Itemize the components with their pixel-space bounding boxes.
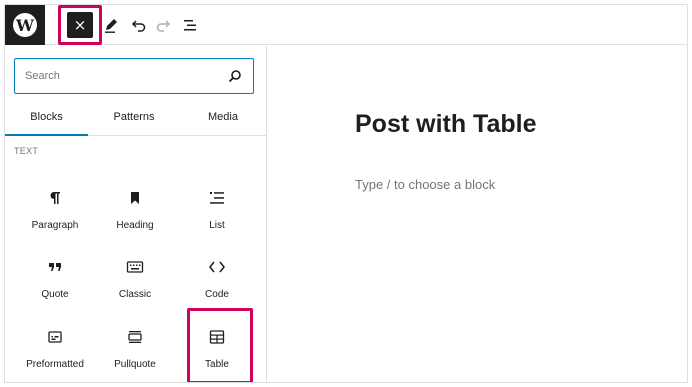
block-label: Heading (116, 220, 154, 231)
table-block-highlight (187, 308, 253, 382)
close-inserter-highlight: × (58, 5, 102, 45)
edit-tools-button[interactable] (99, 13, 123, 37)
preformatted-icon (43, 325, 67, 349)
block-item-paragraph[interactable]: Paragraph (15, 186, 95, 250)
block-item-classic[interactable]: Classic (95, 255, 175, 319)
tab-media[interactable]: Media (180, 100, 266, 136)
tab-patterns[interactable]: Patterns (88, 100, 180, 136)
block-label: Pullquote (114, 359, 156, 370)
block-appender-placeholder[interactable]: Type / to choose a block (355, 177, 495, 192)
paragraph-icon (43, 186, 67, 210)
quote-icon (43, 255, 67, 279)
undo-icon (131, 20, 146, 32)
block-item-preformatted[interactable]: Preformatted (15, 325, 95, 382)
redo-icon (156, 20, 171, 32)
block-item-pullquote[interactable]: Pullquote (95, 325, 175, 382)
editor-frame: W × Search Blocks Patterns Media TEXT Pa… (4, 4, 688, 383)
block-item-list[interactable]: List (177, 186, 257, 250)
code-icon (205, 255, 229, 279)
top-toolbar: W × (5, 5, 687, 45)
post-title[interactable]: Post with Table (355, 110, 537, 139)
pullquote-icon (123, 325, 147, 349)
tab-blocks[interactable]: Blocks (5, 100, 88, 136)
wordpress-logo-button[interactable]: W (5, 5, 45, 45)
tab-media-label: Media (208, 111, 238, 123)
list-icon (205, 186, 229, 210)
search-input[interactable] (15, 59, 215, 92)
block-inserter-panel: Blocks Patterns Media TEXT Paragraph (5, 46, 267, 382)
undo-button[interactable] (126, 13, 150, 37)
tab-patterns-label: Patterns (113, 111, 155, 123)
block-label: Preformatted (26, 359, 84, 370)
inserter-tabs: Blocks Patterns Media (5, 100, 266, 136)
heading-bookmark-icon (123, 186, 147, 210)
close-icon: × (73, 16, 87, 34)
keyboard-icon (123, 255, 147, 279)
close-inserter-button[interactable]: × (67, 12, 93, 38)
search-box (14, 58, 254, 94)
wordpress-logo-icon: W (13, 13, 37, 37)
redo-button[interactable] (152, 13, 176, 37)
section-label-text: TEXT (14, 146, 39, 156)
tab-blocks-label: Blocks (30, 111, 63, 123)
block-label: Quote (41, 289, 69, 300)
block-item-quote[interactable]: Quote (15, 255, 95, 319)
search-icon[interactable] (227, 68, 243, 84)
block-label: List (209, 220, 225, 231)
block-label: Classic (118, 289, 152, 300)
block-label: Paragraph (31, 220, 79, 231)
document-overview-button[interactable] (178, 13, 202, 37)
editor-canvas: Post with Table Type / to choose a block (267, 46, 687, 382)
pencil-icon (105, 19, 117, 33)
list-view-icon (184, 20, 196, 31)
block-label: Code (205, 289, 229, 300)
block-item-heading[interactable]: Heading (95, 186, 175, 250)
